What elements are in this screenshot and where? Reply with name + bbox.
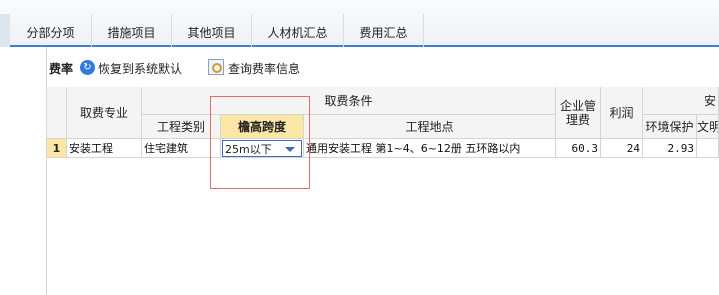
query-rate-button[interactable]: 查询费率信息 xyxy=(228,60,300,77)
tab-measures[interactable]: 措施项目 xyxy=(92,14,172,47)
cell-fee-specialty[interactable]: 安装工程 xyxy=(67,139,142,158)
module-tab-bar: 分部分项 措施项目 其他项目 人材机汇总 费用汇总 xyxy=(0,0,719,47)
header-profit: 利润 xyxy=(601,87,643,139)
tab-sub-items[interactable]: 分部分项 xyxy=(10,14,92,47)
query-rate-icon[interactable] xyxy=(208,59,224,75)
left-pane xyxy=(0,47,47,295)
tab-labor-material-summary[interactable]: 人材机汇总 xyxy=(252,14,344,47)
cell-mgmt-fee[interactable]: 60.3 xyxy=(556,139,601,158)
tab-cost-summary[interactable]: 费用汇总 xyxy=(344,14,424,47)
row-index-header xyxy=(47,87,67,139)
header-civilized: 文明 xyxy=(697,115,719,139)
header-env-protection: 环境保护 xyxy=(643,115,697,139)
cell-env-protection[interactable]: 2.93 xyxy=(643,139,697,158)
fee-rate-toolbar: 费率 ↻ 恢复到系统默认 查询费率信息 xyxy=(47,56,719,80)
header-safety-group: 安 xyxy=(643,87,719,115)
header-mgmt-fee: 企业管理费 xyxy=(556,87,601,139)
tab-bar-edge xyxy=(0,14,10,47)
tab-other-items[interactable]: 其他项目 xyxy=(172,14,252,47)
header-project-location: 工程地点 xyxy=(304,115,556,139)
row-index: 1 xyxy=(47,139,67,158)
header-fee-conditions: 取费条件 xyxy=(142,87,556,115)
cell-project-location[interactable]: 通用安装工程 第1~4、6~12册 五环路以内 xyxy=(304,139,556,158)
fee-rate-title: 费率 xyxy=(49,62,74,76)
cell-profit[interactable]: 24 xyxy=(601,139,643,158)
restore-default-button[interactable]: 恢复到系统默认 xyxy=(98,60,182,77)
restore-icon[interactable]: ↻ xyxy=(80,60,95,75)
cell-civilized[interactable] xyxy=(697,139,719,158)
header-fee-specialty: 取费专业 xyxy=(67,87,142,139)
annotation-highlight-box xyxy=(210,96,310,189)
